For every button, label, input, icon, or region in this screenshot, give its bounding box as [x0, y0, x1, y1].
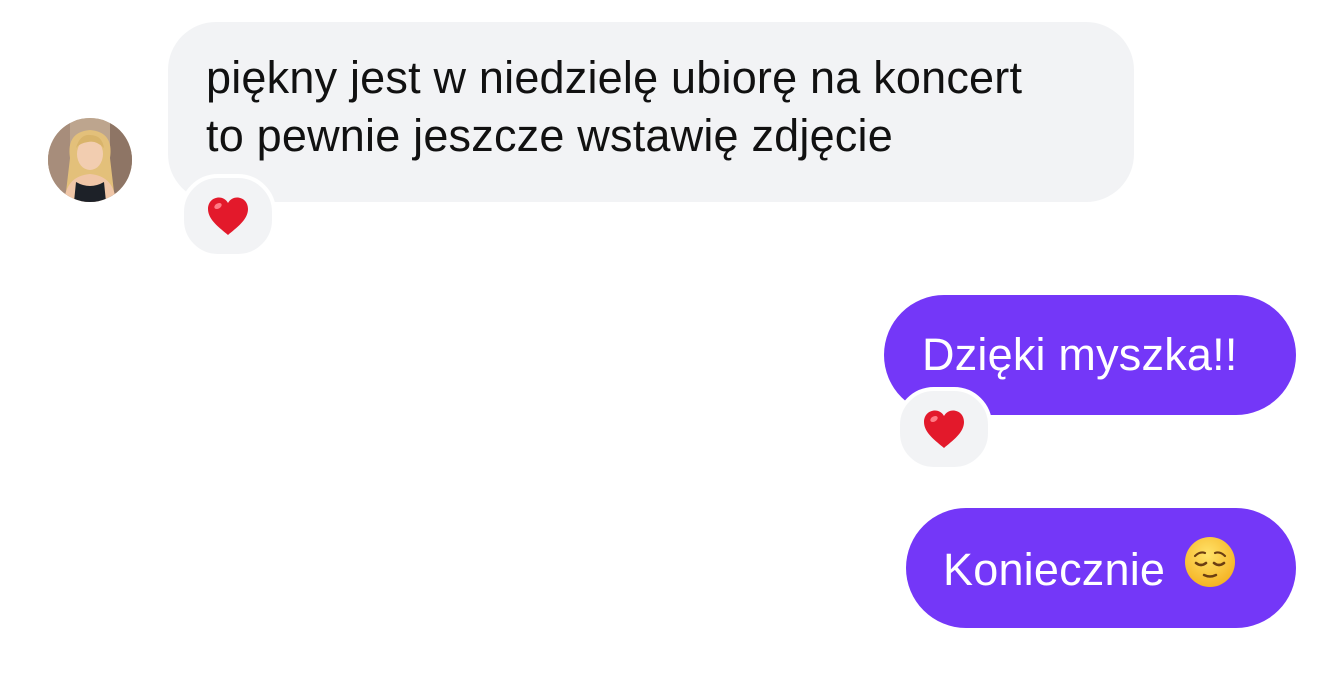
red-heart-icon: [924, 410, 964, 448]
outgoing-message-bubble[interactable]: Koniecznie: [906, 508, 1296, 628]
sender-avatar[interactable]: [48, 118, 132, 202]
avatar-photo: [48, 118, 132, 202]
message-thread: piękny jest w niedzielę ubiorę na koncer…: [0, 0, 1320, 676]
message-text: Dzięki myszka!!: [922, 329, 1238, 380]
incoming-message-bubble[interactable]: piękny jest w niedzielę ubiorę na koncer…: [168, 22, 1134, 202]
red-heart-icon: [208, 197, 248, 235]
relieved-face-icon: [1183, 535, 1237, 603]
heart-reaction[interactable]: [180, 174, 276, 258]
message-text: Koniecznie: [943, 543, 1166, 595]
heart-reaction[interactable]: [896, 387, 992, 471]
message-text-line: to pewnie jeszcze wstawię zdjęcie: [206, 110, 893, 161]
message-text-line: piękny jest w niedzielę ubiorę na koncer…: [206, 52, 1023, 103]
